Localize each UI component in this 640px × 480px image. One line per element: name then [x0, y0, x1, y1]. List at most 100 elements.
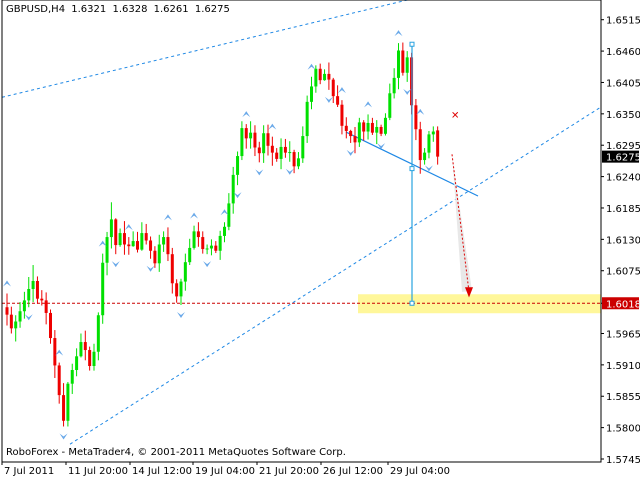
candle-body: [375, 126, 379, 133]
candle-body: [66, 383, 70, 421]
candle-body: [136, 241, 139, 250]
y-tick-label: 1.6075: [606, 267, 640, 278]
candle-body: [266, 133, 270, 146]
y-tick-label: 1.5910: [606, 361, 640, 372]
symbol-label: GBPUSD,H4: [6, 4, 66, 15]
candle-body: [436, 130, 440, 157]
candle-body: [323, 73, 327, 81]
y-tick-label: 1.6405: [606, 78, 640, 89]
candle-body: [201, 237, 205, 250]
candle-body: [370, 122, 374, 133]
candle-body: [27, 288, 31, 301]
candle-body: [209, 245, 213, 249]
candle-body: [140, 233, 144, 250]
candle-body: [114, 219, 118, 246]
candle-body: [388, 93, 392, 118]
x-tick-label: 26 Jul 12:00: [323, 466, 383, 477]
candle-body: [288, 152, 292, 154]
pattern-mid-point: [409, 166, 415, 172]
close-value: 1.6275: [194, 4, 230, 15]
candle-body: [275, 152, 279, 159]
x-tick-label: 21 Jul 20:00: [259, 466, 319, 477]
candle-body: [231, 174, 235, 204]
candle-body: [49, 312, 52, 339]
candle-body: [88, 350, 92, 367]
candle-body: [31, 281, 35, 289]
candle-body: [205, 248, 209, 250]
candle-body: [279, 146, 283, 159]
candle-body: [418, 129, 422, 161]
y-tick-label: 1.6185: [606, 204, 640, 215]
x-tick-label: 19 Jul 04:00: [195, 466, 255, 477]
candle-body: [301, 136, 305, 159]
y-tick-label: 1.6240: [606, 173, 640, 184]
candle-body: [423, 152, 427, 161]
candle-body: [122, 233, 126, 245]
candle-body: [109, 219, 113, 238]
candle-body: [166, 237, 170, 255]
candle-body: [310, 86, 313, 102]
candle-body: [401, 50, 405, 73]
candle-body: [353, 136, 357, 143]
candle-body: [318, 68, 322, 81]
candle-body: [157, 244, 161, 264]
y-tick-label: 1.6460: [606, 47, 640, 58]
y-tick-label: 1.6130: [606, 235, 640, 246]
candle-body: [70, 370, 74, 384]
candle-body: [196, 231, 200, 238]
high-value: 1.6328: [112, 4, 148, 15]
candle-body: [101, 262, 105, 316]
candle-body: [283, 146, 287, 153]
y-tick-label: 1.5800: [606, 424, 640, 435]
y-tick-label: 1.5745: [606, 455, 640, 466]
candle-body: [118, 233, 122, 246]
candle-body: [14, 321, 18, 329]
candle-body: [44, 300, 48, 313]
candle-body: [5, 307, 9, 315]
candle-body: [214, 245, 218, 251]
candle-body: [170, 254, 174, 284]
candle-body: [53, 338, 57, 366]
candle-body: [296, 158, 300, 167]
candle-body: [223, 226, 226, 236]
candle-body: [35, 281, 39, 299]
candle-body: [427, 134, 431, 153]
y-tick-label: 1.6515: [606, 16, 640, 27]
pattern-bottom-point: [409, 300, 415, 306]
candle-body: [75, 356, 79, 370]
candle-body: [357, 122, 361, 143]
candle-body: [383, 117, 387, 134]
y-tick-label: 1.6295: [606, 141, 640, 152]
low-value: 1.6261: [153, 4, 189, 15]
candle-body: [244, 128, 248, 139]
candle-body: [96, 315, 100, 352]
candle-body: [131, 241, 135, 247]
candle-body: [262, 133, 266, 154]
candle-body: [305, 101, 309, 137]
candle-body: [83, 342, 87, 351]
x-tick-label: 29 Jul 04:00: [390, 466, 450, 477]
candle-body: [175, 283, 179, 297]
candle-body: [397, 50, 400, 78]
candle-body: [9, 314, 13, 329]
candle-body: [431, 131, 435, 135]
candle-body: [57, 365, 61, 396]
pattern-top-point: [409, 41, 415, 47]
candle-body: [392, 77, 396, 94]
candle-body: [218, 235, 222, 251]
candle-body: [144, 233, 148, 241]
open-value: 1.6321: [71, 4, 107, 15]
candle-body: [227, 203, 231, 227]
copyright-text: RoboForex - MetaTrader4, © 2001-2011 Met…: [6, 447, 346, 458]
y-tick-label: 1.5855: [606, 392, 640, 403]
candle-body: [340, 104, 344, 126]
x-tick-label: 7 Jul 2011: [4, 466, 54, 477]
candle-body: [179, 281, 183, 297]
x-tick-label: 14 Jul 12:00: [132, 466, 192, 477]
candle-body: [414, 105, 418, 130]
target-price-label: 1.6018: [606, 299, 640, 310]
candle-body: [349, 130, 353, 137]
candle-body: [127, 244, 131, 247]
chart-header: GBPUSD,H4 1.6321 1.6328 1.6261 1.6275: [6, 4, 233, 15]
candle-body: [249, 132, 253, 139]
